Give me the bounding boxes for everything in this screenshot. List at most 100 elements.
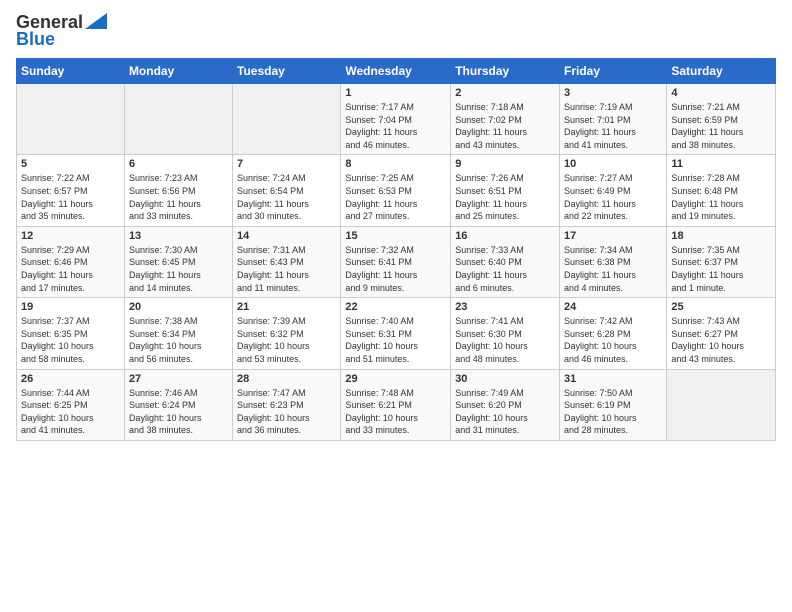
calendar-week-5: 26 Sunrise: 7:44 AM Sunset: 6:25 PM Dayli… xyxy=(17,369,776,440)
day-number: 19 xyxy=(21,301,120,313)
calendar-cell: 9 Sunrise: 7:26 AM Sunset: 6:51 PM Daylig… xyxy=(451,155,560,226)
logo-icon xyxy=(85,13,107,29)
day-number: 5 xyxy=(21,158,120,170)
day-info: Sunrise: 7:31 AM Sunset: 6:43 PM Dayligh… xyxy=(237,244,336,294)
calendar-cell: 5 Sunrise: 7:22 AM Sunset: 6:57 PM Daylig… xyxy=(17,155,125,226)
day-info: Sunrise: 7:48 AM Sunset: 6:21 PM Dayligh… xyxy=(345,387,446,437)
day-number: 26 xyxy=(21,373,120,385)
weekday-header-tuesday: Tuesday xyxy=(233,59,341,84)
calendar-cell: 15 Sunrise: 7:32 AM Sunset: 6:41 PM Dayli… xyxy=(341,226,451,297)
calendar-cell: 11 Sunrise: 7:28 AM Sunset: 6:48 PM Dayli… xyxy=(667,155,776,226)
weekday-header-saturday: Saturday xyxy=(667,59,776,84)
day-number: 9 xyxy=(455,158,555,170)
calendar-cell: 24 Sunrise: 7:42 AM Sunset: 6:28 PM Dayli… xyxy=(560,298,667,369)
calendar-cell xyxy=(124,84,232,155)
calendar-cell: 20 Sunrise: 7:38 AM Sunset: 6:34 PM Dayli… xyxy=(124,298,232,369)
day-number: 12 xyxy=(21,230,120,242)
day-info: Sunrise: 7:17 AM Sunset: 7:04 PM Dayligh… xyxy=(345,101,446,151)
weekday-header-thursday: Thursday xyxy=(451,59,560,84)
day-number: 27 xyxy=(129,373,228,385)
day-info: Sunrise: 7:23 AM Sunset: 6:56 PM Dayligh… xyxy=(129,172,228,222)
day-number: 6 xyxy=(129,158,228,170)
day-info: Sunrise: 7:30 AM Sunset: 6:45 PM Dayligh… xyxy=(129,244,228,294)
calendar-cell: 27 Sunrise: 7:46 AM Sunset: 6:24 PM Dayli… xyxy=(124,369,232,440)
calendar-cell: 3Sunrise: 7:19 AM Sunset: 7:01 PM Daylig… xyxy=(560,84,667,155)
calendar-cell: 13 Sunrise: 7:30 AM Sunset: 6:45 PM Dayli… xyxy=(124,226,232,297)
day-number: 20 xyxy=(129,301,228,313)
calendar-cell: 10Sunrise: 7:27 AM Sunset: 6:49 PM Dayli… xyxy=(560,155,667,226)
day-number: 18 xyxy=(671,230,771,242)
calendar-cell: 14Sunrise: 7:31 AM Sunset: 6:43 PM Dayli… xyxy=(233,226,341,297)
day-number: 1 xyxy=(345,87,446,99)
day-info: Sunrise: 7:25 AM Sunset: 6:53 PM Dayligh… xyxy=(345,172,446,222)
page: General Blue SundayMondayTuesdayWednesda… xyxy=(0,0,792,451)
calendar-cell: 21 Sunrise: 7:39 AM Sunset: 6:32 PM Dayli… xyxy=(233,298,341,369)
day-info: Sunrise: 7:37 AM Sunset: 6:35 PM Dayligh… xyxy=(21,315,120,365)
calendar-cell: 2Sunrise: 7:18 AM Sunset: 7:02 PM Daylig… xyxy=(451,84,560,155)
calendar-week-2: 5 Sunrise: 7:22 AM Sunset: 6:57 PM Daylig… xyxy=(17,155,776,226)
day-info: Sunrise: 7:50 AM Sunset: 6:19 PM Dayligh… xyxy=(564,387,662,437)
calendar-cell xyxy=(667,369,776,440)
day-number: 3 xyxy=(564,87,662,99)
logo: General Blue xyxy=(16,12,107,50)
day-number: 25 xyxy=(671,301,771,313)
day-number: 4 xyxy=(671,87,771,99)
calendar-week-1: 1 Sunrise: 7:17 AM Sunset: 7:04 PM Daylig… xyxy=(17,84,776,155)
day-number: 8 xyxy=(345,158,446,170)
calendar-cell: 17Sunrise: 7:34 AM Sunset: 6:38 PM Dayli… xyxy=(560,226,667,297)
calendar-cell: 26 Sunrise: 7:44 AM Sunset: 6:25 PM Dayli… xyxy=(17,369,125,440)
day-number: 31 xyxy=(564,373,662,385)
day-info: Sunrise: 7:21 AM Sunset: 6:59 PM Dayligh… xyxy=(671,101,771,151)
day-info: Sunrise: 7:32 AM Sunset: 6:41 PM Dayligh… xyxy=(345,244,446,294)
day-info: Sunrise: 7:43 AM Sunset: 6:27 PM Dayligh… xyxy=(671,315,771,365)
day-number: 16 xyxy=(455,230,555,242)
day-info: Sunrise: 7:39 AM Sunset: 6:32 PM Dayligh… xyxy=(237,315,336,365)
day-info: Sunrise: 7:41 AM Sunset: 6:30 PM Dayligh… xyxy=(455,315,555,365)
day-info: Sunrise: 7:38 AM Sunset: 6:34 PM Dayligh… xyxy=(129,315,228,365)
calendar-cell: 8 Sunrise: 7:25 AM Sunset: 6:53 PM Daylig… xyxy=(341,155,451,226)
day-number: 21 xyxy=(237,301,336,313)
day-number: 7 xyxy=(237,158,336,170)
day-info: Sunrise: 7:44 AM Sunset: 6:25 PM Dayligh… xyxy=(21,387,120,437)
day-info: Sunrise: 7:26 AM Sunset: 6:51 PM Dayligh… xyxy=(455,172,555,222)
day-info: Sunrise: 7:47 AM Sunset: 6:23 PM Dayligh… xyxy=(237,387,336,437)
calendar-cell: 7 Sunrise: 7:24 AM Sunset: 6:54 PM Daylig… xyxy=(233,155,341,226)
day-info: Sunrise: 7:33 AM Sunset: 6:40 PM Dayligh… xyxy=(455,244,555,294)
calendar-cell xyxy=(233,84,341,155)
weekday-header-wednesday: Wednesday xyxy=(341,59,451,84)
day-number: 28 xyxy=(237,373,336,385)
calendar-cell: 18Sunrise: 7:35 AM Sunset: 6:37 PM Dayli… xyxy=(667,226,776,297)
day-info: Sunrise: 7:24 AM Sunset: 6:54 PM Dayligh… xyxy=(237,172,336,222)
calendar-cell: 19 Sunrise: 7:37 AM Sunset: 6:35 PM Dayli… xyxy=(17,298,125,369)
calendar-cell: 1 Sunrise: 7:17 AM Sunset: 7:04 PM Daylig… xyxy=(341,84,451,155)
calendar-cell: 6 Sunrise: 7:23 AM Sunset: 6:56 PM Daylig… xyxy=(124,155,232,226)
day-info: Sunrise: 7:28 AM Sunset: 6:48 PM Dayligh… xyxy=(671,172,771,222)
calendar-cell xyxy=(17,84,125,155)
weekday-header-monday: Monday xyxy=(124,59,232,84)
calendar-cell: 22 Sunrise: 7:40 AM Sunset: 6:31 PM Dayli… xyxy=(341,298,451,369)
day-info: Sunrise: 7:49 AM Sunset: 6:20 PM Dayligh… xyxy=(455,387,555,437)
day-number: 11 xyxy=(671,158,771,170)
day-number: 24 xyxy=(564,301,662,313)
day-info: Sunrise: 7:22 AM Sunset: 6:57 PM Dayligh… xyxy=(21,172,120,222)
day-info: Sunrise: 7:27 AM Sunset: 6:49 PM Dayligh… xyxy=(564,172,662,222)
weekday-header-sunday: Sunday xyxy=(17,59,125,84)
calendar-week-3: 12 Sunrise: 7:29 AM Sunset: 6:46 PM Dayli… xyxy=(17,226,776,297)
day-info: Sunrise: 7:46 AM Sunset: 6:24 PM Dayligh… xyxy=(129,387,228,437)
day-info: Sunrise: 7:29 AM Sunset: 6:46 PM Dayligh… xyxy=(21,244,120,294)
calendar-cell: 30Sunrise: 7:49 AM Sunset: 6:20 PM Dayli… xyxy=(451,369,560,440)
calendar-cell: 25 Sunrise: 7:43 AM Sunset: 6:27 PM Dayli… xyxy=(667,298,776,369)
weekday-header-friday: Friday xyxy=(560,59,667,84)
day-number: 29 xyxy=(345,373,446,385)
day-number: 23 xyxy=(455,301,555,313)
logo-blue: Blue xyxy=(16,29,55,50)
day-number: 22 xyxy=(345,301,446,313)
calendar-cell: 23 Sunrise: 7:41 AM Sunset: 6:30 PM Dayli… xyxy=(451,298,560,369)
day-info: Sunrise: 7:42 AM Sunset: 6:28 PM Dayligh… xyxy=(564,315,662,365)
calendar-cell: 4 Sunrise: 7:21 AM Sunset: 6:59 PM Daylig… xyxy=(667,84,776,155)
day-info: Sunrise: 7:40 AM Sunset: 6:31 PM Dayligh… xyxy=(345,315,446,365)
day-number: 13 xyxy=(129,230,228,242)
day-number: 17 xyxy=(564,230,662,242)
calendar-cell: 31 Sunrise: 7:50 AM Sunset: 6:19 PM Dayli… xyxy=(560,369,667,440)
day-number: 15 xyxy=(345,230,446,242)
